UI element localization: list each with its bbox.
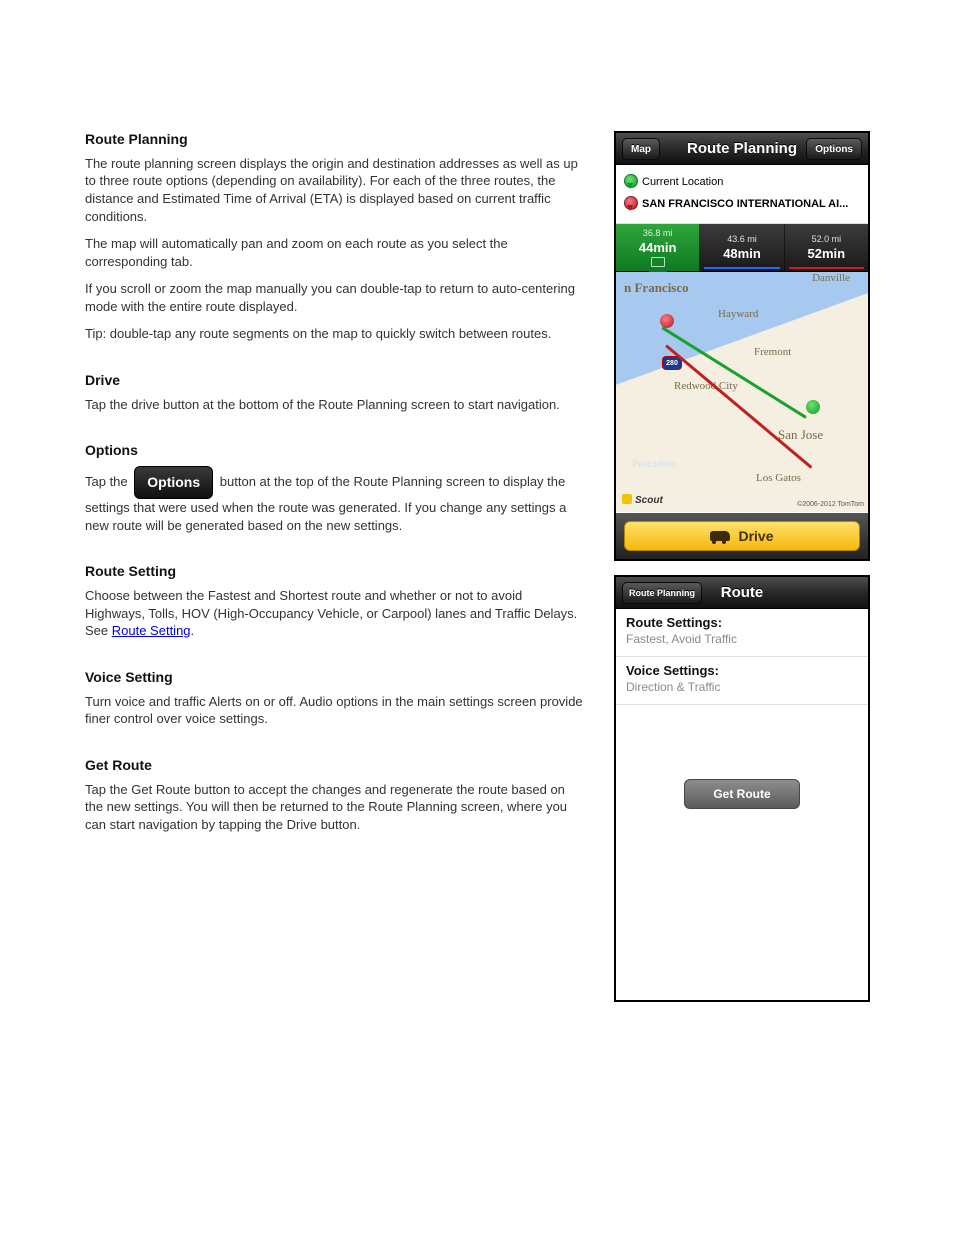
route-tab-2-time: 48min bbox=[723, 246, 761, 261]
back-route-planning-button[interactable]: Route Planning bbox=[622, 582, 702, 604]
drive-button[interactable]: Drive bbox=[624, 521, 860, 551]
para-tip: Tip: double-tap any route segments on th… bbox=[85, 325, 585, 343]
para-route-setting-close: . bbox=[191, 623, 195, 638]
voice-settings-row[interactable]: Voice Settings: Direction & Traffic bbox=[616, 657, 868, 705]
navbar-title: Route Planning bbox=[687, 140, 797, 157]
options-button[interactable]: Options bbox=[806, 138, 862, 160]
para-doubletap-center: If you scroll or zoom the map manually y… bbox=[85, 280, 585, 315]
destination-marker-icon bbox=[660, 314, 674, 328]
route-tab-2[interactable]: 43.6 mi 48min bbox=[700, 224, 784, 271]
drive-button-label: Drive bbox=[738, 528, 773, 544]
map-label-pescadero: Pescadero bbox=[632, 458, 677, 470]
locations-panel: Current Location SAN FRANCISCO INTERNATI… bbox=[616, 165, 868, 224]
route-settings-value: Fastest, Avoid Traffic bbox=[626, 632, 858, 646]
drive-bar: Drive bbox=[616, 513, 868, 559]
map-copyright: ©2006-2012 TomTom bbox=[797, 501, 864, 508]
map-label-fremont: Fremont bbox=[754, 346, 791, 358]
para-options-pre: Tap the bbox=[85, 474, 131, 489]
options-button-inline: Options bbox=[134, 466, 213, 499]
get-route-button[interactable]: Get Route bbox=[684, 779, 800, 809]
route-tabs: 36.8 mi 44min 43.6 mi 48min 52.0 mi 52mi… bbox=[616, 224, 868, 272]
heading-voice-setting: Voice Setting bbox=[85, 668, 585, 687]
origin-label: Current Location bbox=[642, 176, 723, 188]
map-icon bbox=[651, 257, 665, 267]
para-auto-center: The map will automatically pan and zoom … bbox=[85, 235, 585, 270]
doc-text-column: Route Planning The route planning screen… bbox=[85, 130, 585, 843]
origin-pin-icon bbox=[624, 174, 636, 190]
heading-route-setting: Route Setting bbox=[85, 562, 585, 581]
route-settings-label: Route Settings: bbox=[626, 615, 858, 630]
route-tab-3-distance: 52.0 mi bbox=[812, 234, 842, 244]
map-button[interactable]: Map bbox=[622, 138, 660, 160]
para-route-setting: Choose between the Fastest and Shortest … bbox=[85, 587, 585, 640]
screenshot-route-options: Route Planning Route Route Settings: Fas… bbox=[614, 575, 870, 1002]
heading-options: Options bbox=[85, 441, 585, 460]
map-label-losgatos: Los Gatos bbox=[756, 472, 801, 484]
para-options: Tap the Options button at the top of the… bbox=[85, 466, 585, 534]
route-tab-3-time: 52min bbox=[808, 246, 846, 261]
destination-pin-icon bbox=[624, 196, 636, 212]
car-icon bbox=[710, 531, 730, 541]
navbar: Map Route Planning Options bbox=[616, 133, 868, 165]
navbar: Route Planning Route bbox=[616, 577, 868, 609]
para-get-route: Tap the Get Route button to accept the c… bbox=[85, 781, 585, 834]
link-route-setting[interactable]: Route Setting bbox=[112, 623, 191, 638]
heading-route-planning: Route Planning bbox=[85, 130, 585, 149]
heading-drive: Drive bbox=[85, 371, 585, 390]
scout-logo: Scout bbox=[622, 494, 663, 506]
para-route-planning-intro: The route planning screen displays the o… bbox=[85, 155, 585, 225]
map-view[interactable]: n Francisco Danville Hayward Fremont Red… bbox=[616, 272, 868, 512]
map-label-danville: Danville bbox=[812, 272, 850, 284]
navbar-title: Route bbox=[721, 584, 764, 601]
route-tab-2-distance: 43.6 mi bbox=[727, 234, 757, 244]
route-tab-3[interactable]: 52.0 mi 52min bbox=[785, 224, 868, 271]
map-label-sf: n Francisco bbox=[624, 280, 689, 296]
para-voice-setting: Turn voice and traffic Alerts on or off.… bbox=[85, 693, 585, 728]
voice-settings-value: Direction & Traffic bbox=[626, 680, 858, 694]
map-label-hayward: Hayward bbox=[718, 308, 758, 320]
route-tab-1-time: 44min bbox=[639, 240, 677, 255]
voice-settings-label: Voice Settings: bbox=[626, 663, 858, 678]
heading-get-route: Get Route bbox=[85, 756, 585, 775]
origin-marker-icon bbox=[806, 400, 820, 414]
route-tab-1[interactable]: 36.8 mi 44min bbox=[616, 224, 700, 271]
destination-label: SAN FRANCISCO INTERNATIONAL AI... bbox=[642, 198, 848, 210]
map-label-sanjose: San Jose bbox=[778, 427, 823, 443]
origin-row[interactable]: Current Location bbox=[624, 171, 860, 193]
para-drive: Tap the drive button at the bottom of th… bbox=[85, 396, 585, 414]
route-tab-1-distance: 36.8 mi bbox=[643, 228, 673, 238]
route-settings-row[interactable]: Route Settings: Fastest, Avoid Traffic bbox=[616, 609, 868, 657]
screenshot-route-planning: Map Route Planning Options Current Locat… bbox=[614, 131, 870, 561]
destination-row[interactable]: SAN FRANCISCO INTERNATIONAL AI... bbox=[624, 193, 860, 215]
